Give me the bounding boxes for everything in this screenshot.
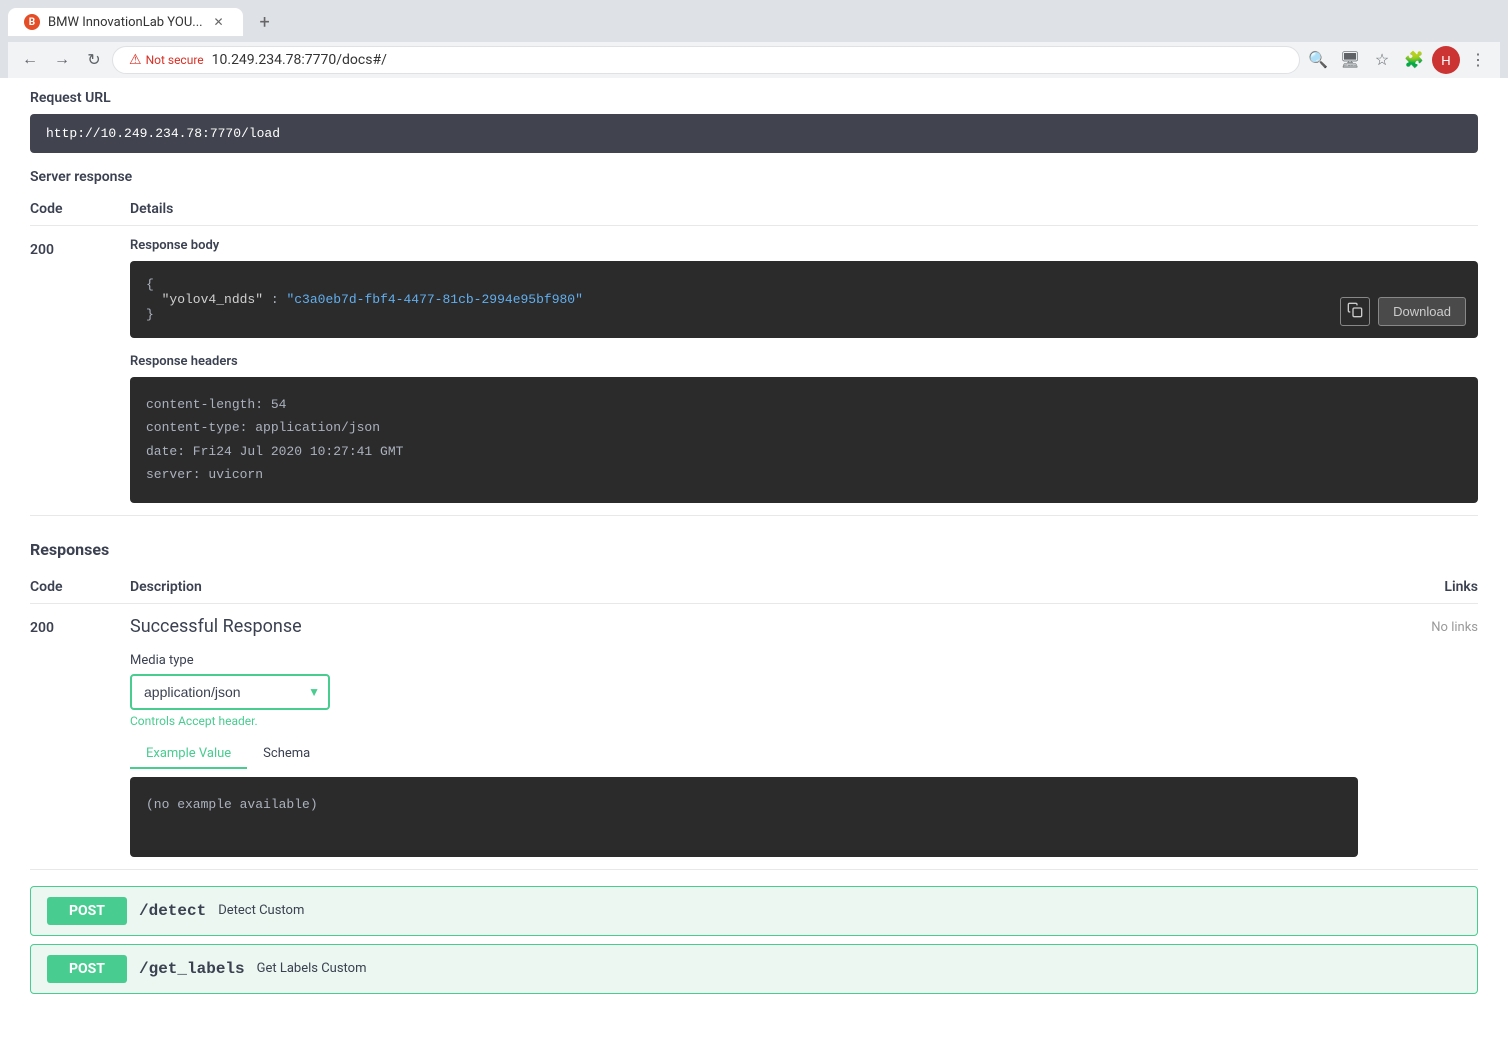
cast-icon[interactable]: 🖥 [1336, 46, 1364, 74]
request-url-label: Request URL [30, 78, 1478, 114]
col-code-header: Code [30, 201, 130, 217]
resp-col-description-header: Description [130, 579, 1358, 595]
forward-button[interactable]: → [48, 46, 76, 74]
back-button[interactable]: ← [16, 46, 44, 74]
resp-col-code-header: Code [30, 579, 130, 595]
warning-icon: ⚠ [129, 52, 142, 68]
endpoint-row-detect[interactable]: POST /detect Detect Custom [30, 886, 1478, 936]
header-server: server: uvicorn [146, 463, 1462, 486]
json-value: "c3a0eb7d-fbf4-4477-81cb-2994e95bf980" [286, 292, 582, 307]
json-colon: : [271, 292, 287, 307]
new-tab-button[interactable]: + [251, 8, 279, 36]
method-badge: POST [47, 955, 127, 983]
json-brace-close: } [146, 307, 154, 322]
header-date: date: Fri24 Jul 2020 10:27:41 GMT [146, 440, 1462, 463]
col-details-header: Details [130, 201, 1478, 217]
insecure-label: Not secure [146, 53, 204, 67]
address-bar[interactable]: ⚠ Not secure 10.249.234.78:7770/docs#/ [112, 46, 1300, 74]
responses-table-header: Code Description Links [30, 571, 1478, 604]
account-icon[interactable]: H [1432, 46, 1460, 74]
resp-row-links: No links [1358, 616, 1478, 857]
endpoint-description: Get Labels Custom [257, 961, 367, 976]
menu-icon[interactable]: ⋮ [1464, 46, 1492, 74]
media-type-select-wrapper[interactable]: application/json [130, 674, 330, 710]
request-url-box: http://10.249.234.78:7770/load [30, 114, 1478, 153]
endpoint-description: Detect Custom [218, 903, 304, 918]
endpoint-row-get_labels[interactable]: POST /get_labels Get Labels Custom [30, 944, 1478, 994]
refresh-button[interactable]: ↻ [80, 46, 108, 74]
response-code-200: 200 [30, 238, 130, 503]
resp-row-description: Successful Response Media type applicati… [130, 616, 1358, 857]
response-headers-block: content-length: 54 content-type: applica… [130, 377, 1478, 503]
response-headers-label: Response headers [130, 354, 1478, 369]
tab-example-value[interactable]: Example Value [130, 740, 247, 769]
tab-schema[interactable]: Schema [247, 740, 326, 769]
endpoint-path: /detect [139, 902, 206, 920]
browser-title-bar: B BMW InnovationLab YOU... ✕ + [8, 8, 1500, 36]
tab-title: BMW InnovationLab YOU... [48, 15, 203, 30]
endpoints-container: POST /detect Detect Custom POST /get_lab… [30, 886, 1478, 994]
copy-button[interactable] [1340, 297, 1370, 326]
response-table-header: Code Details [30, 193, 1478, 226]
tab-close-button[interactable]: ✕ [211, 14, 227, 30]
nav-icons-right: 🔍 🖥 ☆ 🧩 H ⋮ [1304, 46, 1492, 74]
media-type-select[interactable]: application/json [130, 674, 330, 710]
endpoint-path: /get_labels [139, 960, 245, 978]
bookmark-icon[interactable]: ☆ [1368, 46, 1396, 74]
response-body-label: Response body [130, 238, 1478, 253]
successful-response-title: Successful Response [130, 616, 1358, 637]
media-type-label: Media type [130, 653, 1358, 668]
page-content: Request URL http://10.249.234.78:7770/lo… [0, 78, 1508, 1042]
responses-section-label: Responses [30, 516, 1478, 571]
response-body-code: { "yolov4_ndds" : "c3a0eb7d-fbf4-4477-81… [130, 261, 1478, 338]
response-row-200: 200 Response body { "yolov4_ndds" : "c3a… [30, 226, 1478, 516]
example-tabs: Example Value Schema [130, 740, 1358, 769]
controls-accept-text: Controls Accept header. [130, 714, 1358, 728]
download-button[interactable]: Download [1378, 297, 1466, 326]
extension-icon[interactable]: 🧩 [1400, 46, 1428, 74]
json-brace-open: { [146, 277, 154, 292]
example-code-block: (no example available) [130, 777, 1358, 857]
header-content-type: content-type: application/json [146, 416, 1462, 439]
resp-row-code: 200 [30, 616, 130, 857]
address-text: 10.249.234.78:7770/docs#/ [212, 52, 387, 68]
example-placeholder: (no example available) [146, 797, 318, 812]
header-content-length: content-length: 54 [146, 393, 1462, 416]
resp-col-links-header: Links [1358, 579, 1478, 595]
browser-nav-bar: ← → ↻ ⚠ Not secure 10.249.234.78:7770/do… [8, 42, 1500, 78]
insecure-badge: ⚠ Not secure [129, 52, 204, 68]
resp-row-200: 200 Successful Response Media type appli… [30, 604, 1478, 870]
tab-favicon: B [24, 14, 40, 30]
response-details: Response body { "yolov4_ndds" : "c3a0eb7… [130, 238, 1478, 503]
browser-chrome: B BMW InnovationLab YOU... ✕ + ← → ↻ ⚠ N… [0, 0, 1508, 78]
server-response-label: Server response [30, 153, 1478, 193]
browser-tab[interactable]: B BMW InnovationLab YOU... ✕ [8, 8, 243, 36]
json-key: "yolov4_ndds" [146, 292, 263, 307]
method-badge: POST [47, 897, 127, 925]
search-icon[interactable]: 🔍 [1304, 46, 1332, 74]
code-actions: Download [1340, 297, 1466, 326]
